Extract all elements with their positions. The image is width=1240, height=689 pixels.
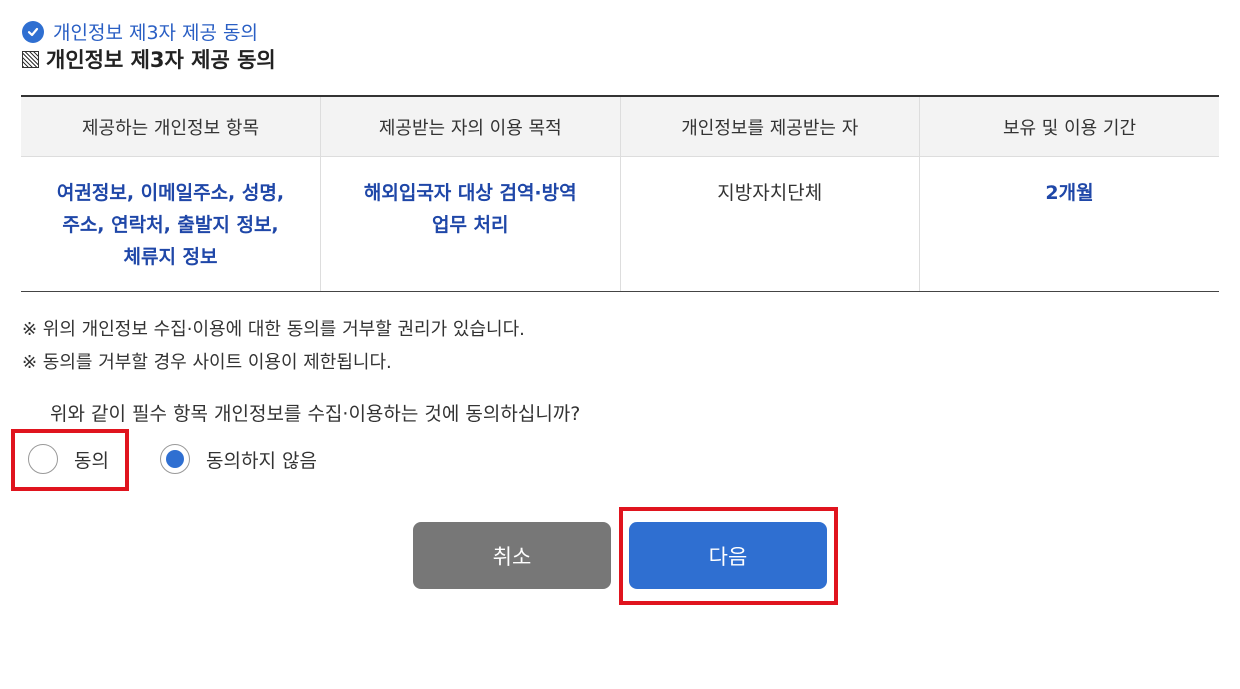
- cell-line: 여권정보, 이메일주소, 성명,: [56, 182, 285, 204]
- cell-line: 해외입국자 대상 검역·방역: [363, 182, 577, 204]
- radio-agree[interactable]: 동의: [28, 444, 109, 474]
- column-header: 보유 및 이용 기간: [919, 95, 1219, 157]
- radio-button[interactable]: [28, 444, 58, 474]
- radio-button[interactable]: [160, 444, 190, 474]
- cancel-button[interactable]: 취소: [413, 522, 611, 589]
- section-header: 개인정보 제3자 제공 동의: [22, 18, 258, 45]
- cell-line: 업무 처리: [431, 214, 509, 236]
- cell-period: 2개월: [919, 156, 1219, 292]
- column-header: 제공하는 개인정보 항목: [21, 95, 321, 157]
- check-circle-icon: [22, 20, 44, 43]
- table-header-row: 제공하는 개인정보 항목 제공받는 자의 이용 목적 개인정보를 제공받는 자 …: [21, 95, 1219, 157]
- next-button[interactable]: 다음: [629, 522, 827, 589]
- page-subtitle: 개인정보 제3자 제공 동의: [22, 44, 276, 74]
- column-header: 제공받는 자의 이용 목적: [320, 95, 621, 157]
- cell-recipient: 지방자치단체: [620, 156, 920, 292]
- cell-line: 주소, 연락처, 출발지 정보,: [62, 214, 279, 236]
- notice-item: ※ 동의를 거부할 경우 사이트 이용이 제한됩니다.: [22, 352, 392, 373]
- radio-disagree[interactable]: 동의하지 않음: [160, 444, 317, 474]
- section-title: 개인정보 제3자 제공 동의: [53, 22, 259, 44]
- cell-line: 체류지 정보: [123, 246, 218, 268]
- hatched-square-icon: [22, 50, 39, 68]
- consent-table: 제공하는 개인정보 항목 제공받는 자의 이용 목적 개인정보를 제공받는 자 …: [21, 95, 1219, 292]
- consent-question: 위와 같이 필수 항목 개인정보를 수집·이용하는 것에 동의하십니까?: [50, 403, 581, 425]
- table-row: 여권정보, 이메일주소, 성명, 주소, 연락처, 출발지 정보, 체류지 정보…: [21, 156, 1219, 292]
- cell-purpose: 해외입국자 대상 검역·방역 업무 처리: [320, 156, 621, 292]
- radio-selected-dot: [166, 450, 184, 468]
- column-header: 개인정보를 제공받는 자: [620, 95, 920, 157]
- notice-list: ※ 위의 개인정보 수집·이용에 대한 동의를 거부할 권리가 있습니다. ※ …: [22, 313, 525, 379]
- notice-item: ※ 위의 개인정보 수집·이용에 대한 동의를 거부할 권리가 있습니다.: [22, 319, 525, 340]
- radio-label: 동의하지 않음: [206, 449, 317, 472]
- subtitle-text: 개인정보 제3자 제공 동의: [46, 48, 276, 72]
- radio-label: 동의: [74, 449, 109, 472]
- cell-items: 여권정보, 이메일주소, 성명, 주소, 연락처, 출발지 정보, 체류지 정보: [21, 156, 321, 292]
